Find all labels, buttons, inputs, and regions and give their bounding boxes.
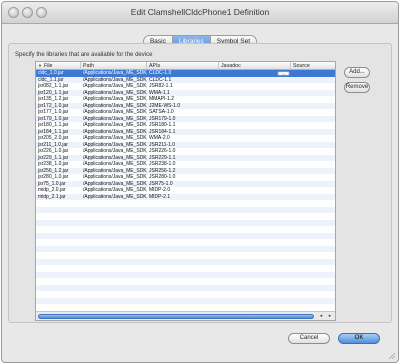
cancel-button[interactable]: Cancel [288, 333, 330, 344]
window-title: Edit ClamshellCldcPhone1 Definition [130, 7, 270, 17]
column-header-javadoc[interactable]: Javadoc [219, 62, 291, 70]
horizontal-scrollbar[interactable]: ◂ ▸ [36, 311, 335, 320]
add-button[interactable]: Add... [344, 67, 370, 78]
panel-description: Specify the libraries that are available… [15, 52, 153, 58]
column-header-apis[interactable]: APIs [147, 62, 219, 70]
resize-grip-icon[interactable] [387, 351, 395, 359]
column-header-path[interactable]: Path [81, 62, 147, 70]
arrow-left-icon[interactable]: ◂ [317, 313, 325, 319]
scrollbar-thumb[interactable] [38, 313, 314, 319]
ok-button[interactable]: OK [338, 333, 380, 344]
remove-button[interactable]: Remove [344, 82, 370, 93]
column-header-file[interactable]: ▼ File [36, 62, 81, 70]
table-body: cldc_1.0.jar/Applications/Java_ME_SDK_3.… [36, 70, 335, 317]
sort-desc-icon: ▼ [38, 63, 42, 68]
libraries-table[interactable]: ▼ File Path APIs Javadoc Source cldc_1.0.… [35, 61, 336, 321]
column-header-source[interactable]: Source [291, 62, 335, 70]
libraries-panel: Specify the libraries that are available… [8, 43, 392, 323]
titlebar: Edit ClamshellCldcPhone1 Definition [2, 2, 398, 24]
dialog-window: Edit ClamshellCldcPhone1 Definition Basi… [1, 1, 399, 363]
javadoc-browse-button[interactable]: ... [277, 70, 290, 76]
arrow-right-icon[interactable]: ▸ [326, 313, 334, 319]
table-header: ▼ File Path APIs Javadoc Source [36, 62, 335, 70]
